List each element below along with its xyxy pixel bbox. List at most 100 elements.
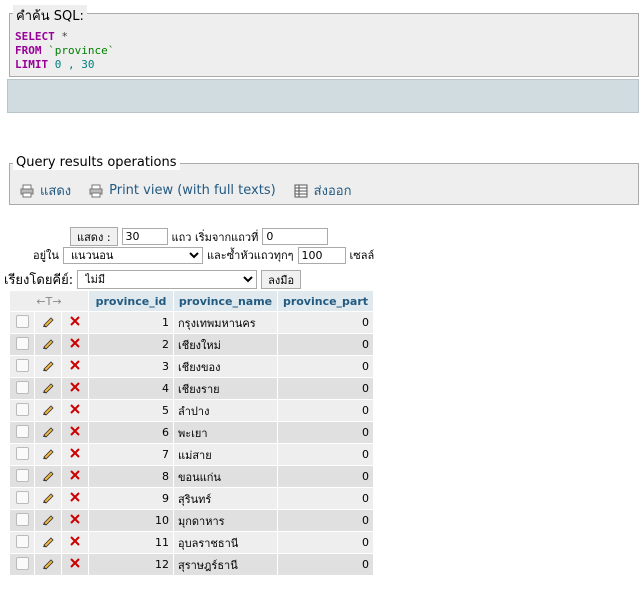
row-checkbox[interactable] xyxy=(15,358,29,372)
delete-cell[interactable] xyxy=(61,421,89,444)
pencil-icon[interactable] xyxy=(41,358,55,372)
pencil-icon[interactable] xyxy=(41,380,55,394)
table-row: 3 เชียงของ 0 xyxy=(9,355,374,378)
delete-icon[interactable] xyxy=(68,380,82,394)
cell-province-name: เชียงของ xyxy=(173,355,278,378)
column-header-province-id[interactable]: province_id xyxy=(88,290,174,312)
delete-cell[interactable] xyxy=(61,487,89,510)
row-checkbox[interactable] xyxy=(15,512,29,526)
cell-province-name: อุบลราชธานี xyxy=(173,531,278,554)
delete-icon[interactable] xyxy=(68,512,82,526)
row-checkbox-cell[interactable] xyxy=(9,399,35,422)
delete-cell[interactable] xyxy=(61,465,89,488)
delete-icon[interactable] xyxy=(68,534,82,548)
pencil-icon[interactable] xyxy=(41,402,55,416)
delete-icon[interactable] xyxy=(68,314,82,328)
delete-cell[interactable] xyxy=(61,311,89,334)
row-checkbox-cell[interactable] xyxy=(9,355,35,378)
delete-icon[interactable] xyxy=(68,336,82,350)
row-checkbox-cell[interactable] xyxy=(9,487,35,510)
row-checkbox-cell[interactable] xyxy=(9,443,35,466)
delete-icon[interactable] xyxy=(68,358,82,372)
delete-icon[interactable] xyxy=(68,424,82,438)
pencil-icon[interactable] xyxy=(41,336,55,350)
row-checkbox[interactable] xyxy=(15,402,29,416)
pencil-icon[interactable] xyxy=(41,534,55,548)
row-checkbox[interactable] xyxy=(15,314,29,328)
edit-cell[interactable] xyxy=(34,553,62,576)
ops-panel-legend: Query results operations xyxy=(13,155,180,170)
sort-by-key-select[interactable]: ไม่มี xyxy=(77,270,258,289)
pencil-icon[interactable] xyxy=(41,424,55,438)
pencil-icon[interactable] xyxy=(41,446,55,460)
row-checkbox[interactable] xyxy=(15,336,29,350)
edit-cell[interactable] xyxy=(34,311,62,334)
sql-query-panel: คำค้น SQL: SELECT * FROM `province` LIMI… xyxy=(9,5,639,77)
row-checkbox[interactable] xyxy=(15,424,29,438)
row-checkbox[interactable] xyxy=(15,490,29,504)
cell-province-id: 9 xyxy=(88,487,174,510)
row-checkbox[interactable] xyxy=(15,380,29,394)
edit-cell[interactable] xyxy=(34,509,62,532)
start-row-input[interactable] xyxy=(262,228,329,245)
go-button[interactable]: ลงมือ xyxy=(261,270,302,289)
pencil-icon[interactable] xyxy=(41,468,55,482)
repeat-headers-input[interactable] xyxy=(297,246,346,264)
delete-cell[interactable] xyxy=(61,399,89,422)
edit-cell[interactable] xyxy=(34,399,62,422)
delete-icon[interactable] xyxy=(68,446,82,460)
row-checkbox-cell[interactable] xyxy=(9,509,35,532)
edit-cell[interactable] xyxy=(34,465,62,488)
edit-cell[interactable] xyxy=(34,333,62,356)
delete-cell[interactable] xyxy=(61,355,89,378)
show-button[interactable]: แสดง : xyxy=(70,227,118,246)
cell-province-part: 0 xyxy=(277,311,374,334)
cell-province-name: แม่สาย xyxy=(173,443,278,466)
rows-count-input[interactable] xyxy=(121,228,168,245)
display-mode-select[interactable]: แนวนอน xyxy=(62,246,203,264)
delete-cell[interactable] xyxy=(61,443,89,466)
delete-icon[interactable] xyxy=(68,468,82,482)
pencil-icon[interactable] xyxy=(41,556,55,570)
sql-actions-bar xyxy=(7,79,639,113)
row-checkbox-cell[interactable] xyxy=(9,377,35,400)
pencil-icon[interactable] xyxy=(41,512,55,526)
repeat-headers-label: และซ้ำหัวแถวทุกๆ xyxy=(206,249,294,262)
cell-province-id: 5 xyxy=(88,399,174,422)
row-checkbox-cell[interactable] xyxy=(9,531,35,554)
delete-cell[interactable] xyxy=(61,553,89,576)
row-checkbox[interactable] xyxy=(15,534,29,548)
edit-cell[interactable] xyxy=(34,487,62,510)
row-checkbox-cell[interactable] xyxy=(9,553,35,576)
edit-cell[interactable] xyxy=(34,531,62,554)
edit-cell[interactable] xyxy=(34,355,62,378)
row-checkbox[interactable] xyxy=(15,446,29,460)
column-header-province-part[interactable]: province_part xyxy=(277,290,374,312)
delete-cell[interactable] xyxy=(61,377,89,400)
table-row: 7 แม่สาย 0 xyxy=(9,443,374,466)
export-link[interactable]: ส่งออก xyxy=(294,180,351,201)
row-checkbox[interactable] xyxy=(15,468,29,482)
pencil-icon[interactable] xyxy=(41,490,55,504)
delete-cell[interactable] xyxy=(61,333,89,356)
pencil-icon[interactable] xyxy=(41,314,55,328)
print-link[interactable]: แสดง xyxy=(20,180,71,201)
row-checkbox-cell[interactable] xyxy=(9,465,35,488)
column-header-province-name[interactable]: province_name xyxy=(173,290,278,312)
delete-cell[interactable] xyxy=(61,531,89,554)
delete-icon[interactable] xyxy=(68,556,82,570)
row-checkbox-cell[interactable] xyxy=(9,421,35,444)
delete-icon[interactable] xyxy=(68,490,82,504)
cell-province-id: 10 xyxy=(88,509,174,532)
print-view-full-link[interactable]: Print view (with full texts) xyxy=(89,180,276,201)
row-checkbox[interactable] xyxy=(15,556,29,570)
edit-cell[interactable] xyxy=(34,377,62,400)
delete-icon[interactable] xyxy=(68,402,82,416)
column-expand-arrows[interactable]: ←T→ xyxy=(9,290,89,312)
delete-cell[interactable] xyxy=(61,509,89,532)
edit-cell[interactable] xyxy=(34,443,62,466)
row-checkbox-cell[interactable] xyxy=(9,333,35,356)
row-checkbox-cell[interactable] xyxy=(9,311,35,334)
edit-cell[interactable] xyxy=(34,421,62,444)
sql-keyword-limit: LIMIT xyxy=(15,58,49,71)
